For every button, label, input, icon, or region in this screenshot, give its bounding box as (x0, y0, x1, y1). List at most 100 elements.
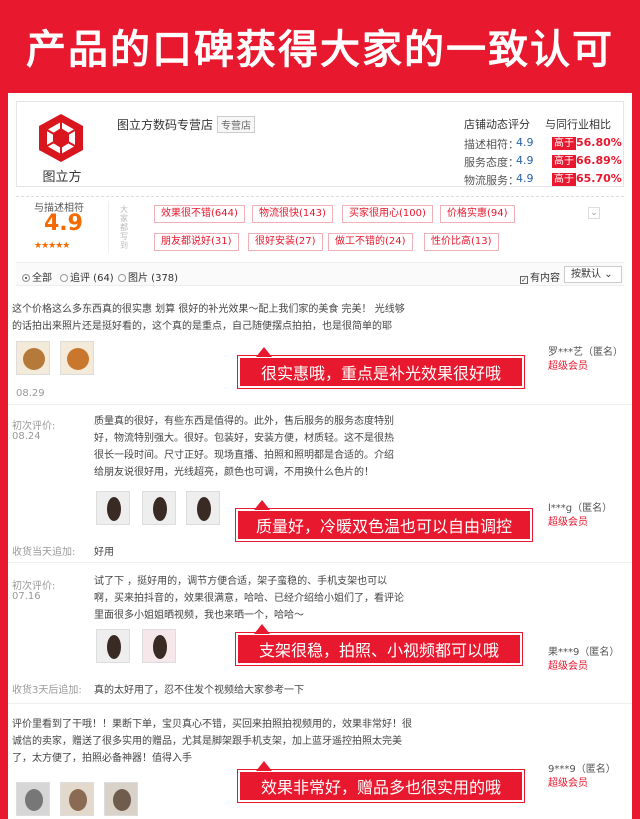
review-photo[interactable] (96, 491, 130, 525)
person-icon (25, 789, 43, 811)
review-text: 试了下 ，挺好用的，调节方便合适，架子蛮稳的、手机支架也可以啊，买来拍抖音的，效… (94, 576, 404, 621)
callout-text: 质量好，冷暖双色温也可以自由调控 (255, 517, 512, 536)
has-content-label: 有内容 (530, 273, 560, 284)
person-icon (197, 497, 211, 521)
person-icon (107, 497, 121, 521)
callout-pointer (254, 624, 270, 634)
rating-label: 描述相符： (464, 138, 519, 151)
filter-image-label: 图片 (378) (128, 273, 179, 284)
review-item: 这个价格这么多东西真的很实惠 划算 很好的补光效果～配上我们家的美食 完美！ 光… (8, 298, 632, 405)
review-photo[interactable] (142, 629, 176, 663)
review-date: 08.29 (16, 388, 45, 399)
callout-pointer (256, 761, 272, 771)
rating-row-logistics: 物流服务： 4.9 高于 65.70% (464, 172, 624, 188)
radio-icon[interactable] (22, 274, 30, 282)
reviewer-level: 超级会员 (548, 517, 588, 528)
rating-row-description: 描述相符： 4.9 高于 56.80% (464, 136, 624, 152)
filter-append-label: 追评 (64) (70, 273, 114, 284)
impression-tag[interactable]: 性价比高(13) (424, 233, 499, 251)
filter-all-label: 全部 (32, 273, 52, 284)
impression-tag[interactable]: 价格实惠(94) (440, 205, 515, 223)
callout-text: 效果非常好，赠品多也很实用的哦 (260, 778, 501, 797)
review-photo[interactable] (60, 341, 94, 375)
review-text: 这个价格这么多东西真的很实惠 划算 很好的补光效果～配上我们家的美食 完美！ 光… (12, 304, 405, 332)
reviewer-name: 果***9（匿名） (548, 647, 620, 658)
chevron-down-icon[interactable]: ⌄ (588, 207, 600, 219)
divider (108, 201, 109, 253)
append-review-label: 收货当天追加: (12, 547, 76, 558)
summary-stars: ★★★★★ (34, 241, 70, 251)
sort-value: 按默认 (571, 269, 601, 280)
filter-all[interactable]: 全部 (22, 269, 52, 284)
review-photo[interactable] (16, 782, 50, 816)
compare-header: 与同行业相比 (545, 118, 611, 131)
append-review-text: 好用 (94, 547, 114, 558)
review-item: 评价里看到了干哦！！果断下单，宝贝真心不错，买回来拍照拍视频用的，效果非常好！很… (8, 712, 632, 819)
callout-text: 支架很稳，拍照、小视频都可以哦 (258, 641, 499, 660)
shop-header: 图立方 图立方数码专营店 专营店 店铺动态评分 与同行业相比 描述相符： 4.9 … (16, 101, 624, 187)
review-photo[interactable] (16, 341, 50, 375)
impression-tag[interactable]: 物流很快(143) (252, 205, 333, 223)
review-item: 初次评价: 08.24 质量真的很好，有些东西是值得的。此外，售后服务的服务态度… (8, 413, 632, 563)
rating-row-service: 服务态度： 4.9 高于 66.89% (464, 154, 624, 170)
review-photo[interactable] (104, 782, 138, 816)
shop-type-badge: 专营店 (217, 116, 256, 133)
radio-icon[interactable] (60, 274, 68, 282)
filter-image[interactable]: 图片 (378) (118, 269, 178, 284)
rating-percent: 66.89% (576, 154, 622, 167)
shop-logo-icon (39, 114, 83, 162)
has-content-filter[interactable]: ✓ 有内容 (520, 269, 560, 284)
review-photo[interactable] (96, 629, 130, 663)
review-photo[interactable] (142, 491, 176, 525)
rating-value: 4.9 (516, 172, 534, 185)
impression-tag[interactable]: 买家很用心(100) (342, 205, 433, 223)
impression-tag[interactable]: 效果很不错(644) (154, 205, 245, 223)
append-review-text: 真的太好用了，忍不住发个视频给大家参考一下 (94, 685, 304, 696)
filter-append[interactable]: 追评 (64) (60, 269, 114, 284)
higher-badge: 高于 (552, 155, 576, 168)
rating-value: 4.9 (516, 154, 534, 167)
person-icon (113, 789, 131, 811)
impression-tag[interactable]: 做工不错的(24) (328, 233, 413, 251)
rating-value: 4.9 (516, 136, 534, 149)
reviewer-level: 超级会员 (548, 361, 588, 372)
review-item: 初次评价: 07.16 试了下 ，挺好用的，调节方便合适，架子蛮稳的、手机支架也… (8, 571, 632, 704)
filter-bar: 全部 追评 (64) 图片 (378) ✓ 有内容 按默认 ⌄ (16, 262, 624, 286)
summary-score: 4.9 (44, 211, 83, 236)
highlight-callout: 很实惠哦，重点是补光效果很好哦 (237, 347, 525, 389)
sort-select[interactable]: 按默认 ⌄ (564, 266, 622, 283)
impression-tag[interactable]: 朋友都说好(31) (154, 233, 239, 251)
rating-summary: 与描述相符 4.9 ★★★★★ 大家都写到 效果很不错(644) 物流很快(14… (16, 196, 624, 258)
callout-text: 很实惠哦，重点是补光效果很好哦 (260, 364, 501, 383)
review-photo[interactable] (186, 491, 220, 525)
rating-label: 物流服务： (464, 174, 519, 187)
shop-name[interactable]: 图立方数码专营店 专营店 (117, 116, 256, 133)
highlight-callout: 效果非常好，赠品多也很实用的哦 (237, 761, 525, 803)
review-photo[interactable] (60, 782, 94, 816)
shop-name-label[interactable]: 图立方数码专营店 (117, 118, 213, 132)
review-panel: 图立方 图立方数码专营店 专营店 店铺动态评分 与同行业相比 描述相符： 4.9 … (8, 93, 632, 819)
reviewer-level: 超级会员 (548, 661, 588, 672)
person-icon (153, 635, 167, 659)
reviewer-level: 超级会员 (548, 778, 588, 789)
rating-percent: 56.80% (576, 136, 622, 149)
food-icon (23, 348, 45, 370)
banner-title: 产品的口碑获得大家的一致认可 (26, 27, 614, 73)
chevron-down-icon: ⌄ (604, 269, 613, 280)
checkbox-icon[interactable]: ✓ (520, 276, 528, 284)
promo-banner: 产品的口碑获得大家的一致认可 (0, 0, 640, 92)
reviewer-name: l***g（匿名） (548, 503, 613, 514)
higher-badge: 高于 (552, 173, 576, 186)
radio-icon[interactable] (118, 274, 126, 282)
highlight-callout: 支架很稳，拍照、小视频都可以哦 (235, 624, 523, 666)
impression-tag[interactable]: 很好安装(27) (248, 233, 323, 251)
higher-badge: 高于 (552, 137, 576, 150)
tags-side-label: 大家都写到 (120, 205, 128, 250)
first-review-label: 初次评价: (12, 581, 56, 592)
rating-header: 店铺动态评分 (464, 118, 530, 131)
person-icon (107, 635, 121, 659)
callout-pointer (256, 347, 272, 357)
callout-pointer (254, 500, 270, 510)
first-review-label: 初次评价: (12, 421, 56, 432)
reviewer-name: 9***9（匿名） (548, 764, 616, 775)
